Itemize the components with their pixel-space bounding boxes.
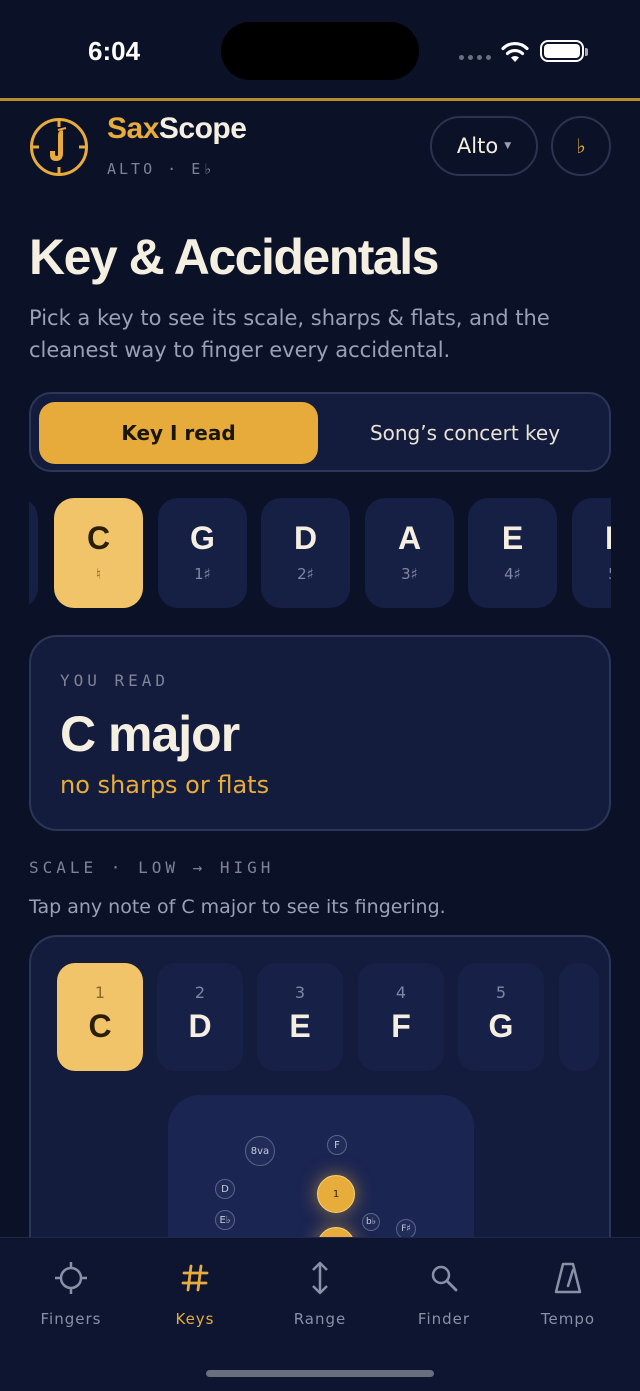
scale-degree: 4 — [395, 983, 407, 1002]
fingering-key-f[interactable]: F — [327, 1135, 347, 1155]
brand-part-2: Scope — [158, 112, 247, 145]
scale-note-name: C — [88, 1008, 112, 1044]
crosshair-icon — [53, 1258, 89, 1298]
fingering-key-f-sharp[interactable]: F♯ — [396, 1219, 416, 1239]
key-signature: 5♯ — [608, 565, 611, 583]
scale-note-partial[interactable] — [559, 963, 599, 1071]
key-option[interactable]: G 1♯ — [158, 498, 247, 608]
scale-note[interactable]: 4 F — [358, 963, 444, 1071]
instrument-subtitle: ALTO · E♭ — [107, 160, 216, 178]
scale-note-name: G — [488, 1008, 514, 1044]
scale-degree: 1 — [94, 983, 106, 1002]
instrument-select-label: Alto — [456, 134, 499, 158]
key-name: E — [501, 520, 524, 556]
key-name: B — [605, 520, 611, 557]
key-signature: 3♯ — [401, 565, 418, 583]
fingering-diagram: 8va F D E♭ 1 b♭ F♯ — [168, 1095, 474, 1255]
dynamic-island — [221, 22, 419, 80]
mode-option-key-i-read[interactable]: Key I read — [39, 402, 318, 464]
tab-bar: Fingers Keys Range Finder Tempo — [0, 1237, 640, 1391]
key-option[interactable]: E 4♯ — [468, 498, 557, 608]
scale-card: 1 C 2 D 3 E 4 F 5 G 8va F D E♭ 1 b♭ F♯ — [29, 935, 611, 1255]
scale-degree: 2 — [194, 983, 206, 1002]
card-label: YOU READ — [60, 671, 170, 690]
key-option[interactable]: C ♮ — [54, 498, 143, 608]
key-option-previous[interactable] — [29, 498, 38, 608]
page-title: Key & Accidentals — [29, 229, 439, 285]
key-name: A — [397, 520, 422, 556]
fingering-key-d[interactable]: D — [215, 1179, 235, 1199]
metronome-icon — [553, 1258, 583, 1298]
hash-icon — [180, 1258, 210, 1298]
scale-note-name: E — [289, 1008, 311, 1044]
key-option[interactable]: D 2♯ — [261, 498, 350, 608]
tab-fingers[interactable]: Fingers — [16, 1258, 126, 1328]
scale-heading: SCALE · LOW → HIGH — [29, 858, 275, 877]
tab-range[interactable]: Range — [265, 1258, 375, 1328]
home-indicator — [206, 1370, 434, 1377]
key-name: C — [86, 520, 111, 556]
saxophone-logo-icon — [30, 118, 88, 176]
status-bar: 6:04 — [0, 0, 640, 100]
key-signature: 2♯ — [297, 565, 314, 583]
key-signature: 4♯ — [504, 565, 521, 583]
tab-label: Tempo — [540, 1310, 596, 1328]
scale-note-name: D — [188, 1008, 212, 1044]
tab-label: Keys — [175, 1310, 215, 1328]
tab-tempo[interactable]: Tempo — [513, 1258, 623, 1328]
tab-label: Fingers — [40, 1310, 102, 1328]
fingering-key-b-flat[interactable]: b♭ — [362, 1213, 380, 1231]
scale-degree: 3 — [294, 983, 306, 1002]
fingering-key-e-flat[interactable]: E♭ — [215, 1210, 235, 1230]
key-option[interactable]: B 5♯ — [572, 498, 611, 608]
scale-note[interactable]: 5 G — [458, 963, 544, 1071]
key-signature: ♮ — [95, 565, 102, 583]
mode-option-concert-key[interactable]: Song’s concert key — [326, 402, 604, 464]
scale-note[interactable]: 1 C — [57, 963, 143, 1071]
search-icon — [428, 1258, 460, 1298]
selected-key-name: C major — [60, 706, 240, 762]
key-selector[interactable]: C ♮ G 1♯ D 2♯ A 3♯ E 4♯ B 5♯ — [29, 496, 611, 610]
page-description: Pick a key to see its scale, sharps & fl… — [29, 306, 550, 362]
scale-hint: Tap any note of C major to see its finge… — [29, 896, 446, 918]
battery-icon — [540, 40, 588, 62]
selected-key-card: YOU READ C major no sharps or flats — [29, 635, 611, 831]
scale-note[interactable]: 3 E — [257, 963, 343, 1071]
key-name: D — [293, 520, 318, 556]
instrument-select-button[interactable]: Alto ▼ — [430, 116, 538, 176]
key-signature: 1♯ — [194, 565, 211, 583]
scale-note-name: F — [391, 1008, 411, 1044]
scale-note[interactable]: 2 D — [157, 963, 243, 1071]
key-option[interactable]: A 3♯ — [365, 498, 454, 608]
tab-label: Range — [293, 1310, 347, 1328]
wifi-icon — [501, 41, 529, 62]
key-signature-summary: no sharps or flats — [60, 771, 270, 799]
fingering-key-8va[interactable]: 8va — [245, 1136, 275, 1166]
fingering-key-1[interactable]: 1 — [317, 1175, 355, 1213]
up-down-arrow-icon — [308, 1258, 332, 1298]
mode-toggle: Key I read Song’s concert key — [29, 392, 611, 472]
accidental-toggle-button[interactable]: ♭ — [551, 116, 611, 176]
brand-part-1: Sax — [107, 112, 159, 145]
scale-degree: 5 — [495, 983, 507, 1002]
app-brand: SaxScope — [107, 112, 247, 146]
header-accent-line — [0, 98, 640, 101]
tab-label: Finder — [417, 1310, 471, 1328]
cellular-signal-icon — [459, 55, 491, 60]
tab-keys[interactable]: Keys — [140, 1258, 250, 1328]
key-name: G — [190, 520, 215, 556]
status-time: 6:04 — [88, 36, 141, 66]
tab-finder[interactable]: Finder — [389, 1258, 499, 1328]
caret-down-icon: ▼ — [504, 141, 512, 151]
